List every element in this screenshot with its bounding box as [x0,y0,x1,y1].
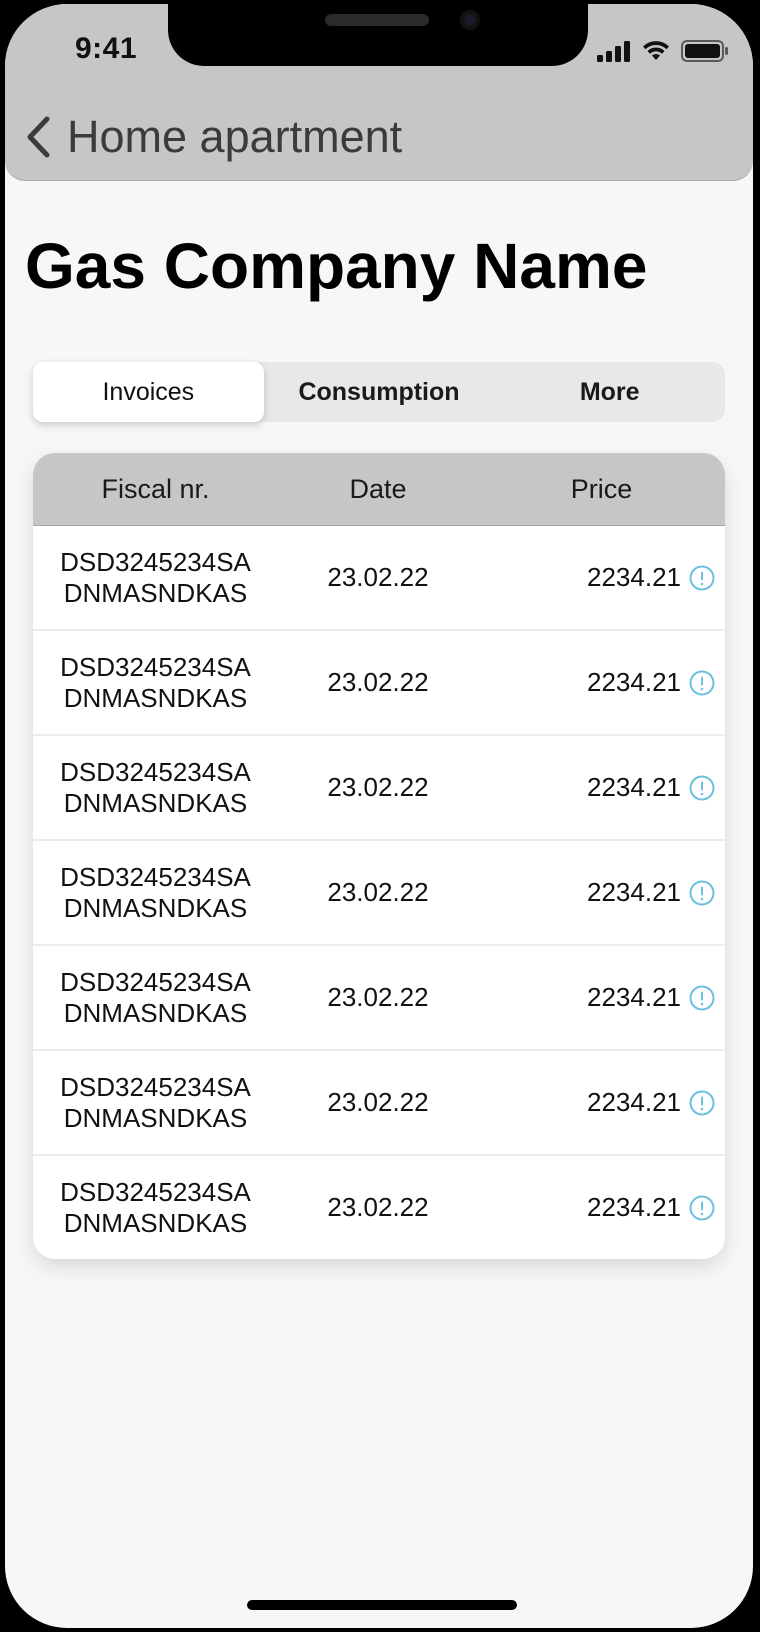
table-row[interactable]: DSD3245234SA DNMASNDKAS 23.02.22 2234.21 [33,841,725,946]
status-time: 9:41 [75,32,138,65]
home-indicator[interactable] [247,1600,517,1610]
invoice-date: 23.02.22 [327,1192,429,1222]
fiscal-number-line2: DNMASNDKAS [63,1102,248,1133]
fiscal-number-line1: DSD3245234SA [60,651,251,682]
column-header-price: Price [570,473,633,504]
info-icon[interactable] [689,1195,715,1221]
table-row[interactable]: DSD3245234SA DNMASNDKAS 23.02.22 2234.21 [33,736,725,841]
price-cell: 2234.21 [478,982,725,1013]
fiscal-number-line2: DNMASNDKAS [63,577,248,608]
invoice-price: 2234.21 [587,562,681,592]
screen: 9:41 Home apartment Gas Company Name Inv… [5,4,753,1628]
info-icon[interactable] [689,775,715,801]
column-header-fiscal: Fiscal nr. [101,473,210,504]
fiscal-number-line2: DNMASNDKAS [63,787,248,818]
fiscal-number-line1: DSD3245234SA [60,756,251,787]
tab-more[interactable]: More [494,362,725,422]
invoice-price: 2234.21 [587,877,681,907]
fiscal-number: DSD3245234SA DNMASNDKAS [33,1072,278,1134]
page-title: Gas Company Name [25,230,648,302]
invoice-date: 23.02.22 [327,982,429,1012]
fiscal-number-line1: DSD3245234SA [60,966,251,997]
device-notch [168,4,588,66]
table-header: Fiscal nr. Date Price [33,453,725,526]
phone-frame: 9:41 Home apartment Gas Company Name Inv… [0,0,760,1632]
wifi-icon [641,40,671,67]
status-icons [597,40,729,67]
fiscal-number: DSD3245234SA DNMASNDKAS [33,652,278,714]
fiscal-number-line2: DNMASNDKAS [63,682,248,713]
table-row[interactable]: DSD3245234SA DNMASNDKAS 23.02.22 2234.21 [33,1156,725,1259]
speaker-grille [325,14,429,26]
back-button[interactable]: Home apartment [23,114,402,159]
chevron-left-icon [23,115,53,159]
fiscal-number-line2: DNMASNDKAS [63,1207,248,1238]
info-icon[interactable] [689,1090,715,1116]
info-icon[interactable] [689,985,715,1011]
nav-title: Home apartment [67,111,403,162]
fiscal-number-line2: DNMASNDKAS [63,997,248,1028]
info-icon[interactable] [689,565,715,591]
price-cell: 2234.21 [478,667,725,698]
invoice-price: 2234.21 [587,1087,681,1117]
table-row[interactable]: DSD3245234SA DNMASNDKAS 23.02.22 2234.21 [33,1051,725,1156]
price-cell: 2234.21 [478,1192,725,1223]
fiscal-number: DSD3245234SA DNMASNDKAS [33,967,278,1029]
fiscal-number-line1: DSD3245234SA [60,861,251,892]
fiscal-number: DSD3245234SA DNMASNDKAS [33,1177,278,1239]
column-header-date: Date [349,473,407,504]
navigation-header: 9:41 Home apartment [5,4,753,181]
segmented-control: Invoices Consumption More [33,362,725,422]
table-row[interactable]: DSD3245234SA DNMASNDKAS 23.02.22 2234.21 [33,631,725,736]
tab-invoices[interactable]: Invoices [33,362,264,422]
invoice-date: 23.02.22 [327,1087,429,1117]
info-icon[interactable] [689,880,715,906]
invoice-date: 23.02.22 [327,562,429,592]
fiscal-number-line1: DSD3245234SA [60,546,251,577]
invoice-date: 23.02.22 [327,877,429,907]
invoice-date: 23.02.22 [327,667,429,697]
table-row[interactable]: DSD3245234SA DNMASNDKAS 23.02.22 2234.21 [33,526,725,631]
price-cell: 2234.21 [478,562,725,593]
invoice-price: 2234.21 [587,982,681,1012]
price-cell: 2234.21 [478,772,725,803]
info-icon[interactable] [689,670,715,696]
invoice-price: 2234.21 [587,772,681,802]
tab-consumption[interactable]: Consumption [264,362,495,422]
invoice-price: 2234.21 [587,667,681,697]
fiscal-number: DSD3245234SA DNMASNDKAS [33,547,278,609]
fiscal-number-line1: DSD3245234SA [60,1071,251,1102]
fiscal-number-line1: DSD3245234SA [60,1176,251,1207]
price-cell: 2234.21 [478,877,725,908]
cellular-signal-icon [597,40,631,67]
front-camera [460,10,480,30]
fiscal-number: DSD3245234SA DNMASNDKAS [33,862,278,924]
table-row[interactable]: DSD3245234SA DNMASNDKAS 23.02.22 2234.21 [33,946,725,1051]
invoices-table: Fiscal nr. Date Price DSD3245234SA DNMAS… [33,453,725,1259]
fiscal-number-line2: DNMASNDKAS [63,892,248,923]
invoice-price: 2234.21 [587,1192,681,1222]
price-cell: 2234.21 [478,1087,725,1118]
invoice-date: 23.02.22 [327,772,429,802]
fiscal-number: DSD3245234SA DNMASNDKAS [33,757,278,819]
battery-icon [681,40,729,67]
